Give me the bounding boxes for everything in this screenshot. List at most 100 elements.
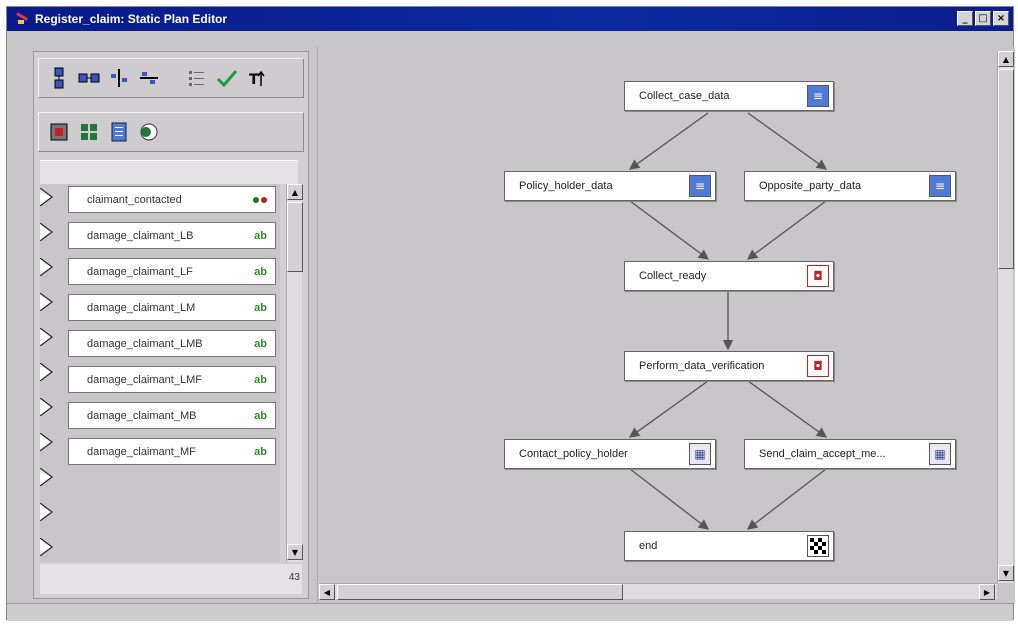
view-toolbar (38, 112, 304, 152)
form-icon: ≡ (807, 85, 829, 107)
node-end[interactable]: end (624, 531, 834, 561)
close-button[interactable]: × (993, 11, 1009, 26)
plan-canvas[interactable]: Collect_case_data ≡ Policy_holder_data ≡… (317, 47, 1015, 603)
scroll-thumb[interactable] (287, 202, 303, 272)
input-port-icon[interactable] (40, 188, 54, 206)
variable-icon[interactable] (47, 119, 71, 145)
canvas-horizontal-scrollbar[interactable]: ◀ ▶ (319, 583, 997, 600)
scroll-left-button[interactable]: ◀ (319, 584, 335, 600)
sort-up-icon[interactable]: T (245, 65, 269, 91)
grid-icon[interactable] (77, 119, 101, 145)
minimize-button[interactable]: _ (957, 11, 973, 26)
variable-label: damage_claimant_LMF (87, 373, 202, 386)
connection-layer (628, 112, 828, 530)
task-icon: ▦ (689, 443, 711, 465)
variable-row[interactable]: damage_claimant_LMF ab (68, 366, 276, 393)
form-icon: ≡ (689, 175, 711, 197)
input-port-icon[interactable] (40, 538, 54, 556)
static-plan-editor-window: Register_claim: Static Plan Editor _ □ × (6, 6, 1015, 621)
variable-row[interactable]: damage_claimant_LF ab (68, 258, 276, 285)
scroll-down-button[interactable]: ▼ (998, 565, 1014, 581)
vertical-layout-icon[interactable] (47, 65, 71, 91)
text-type-icon: ab (254, 301, 267, 314)
edge-verify-to-contact (628, 380, 709, 438)
variable-row[interactable]: damage_claimant_LMB ab (68, 330, 276, 357)
edge-send-to-end (746, 468, 827, 530)
window-title: Register_claim: Static Plan Editor (35, 12, 228, 26)
edge-collect-to-opposite (747, 112, 828, 170)
input-port-icon[interactable] (40, 398, 54, 416)
text-type-icon: ab (254, 337, 267, 350)
decision-icon: ◘ (807, 265, 829, 287)
node-send-claim-accept[interactable]: Send_claim_accept_me... ▦ (744, 439, 956, 469)
text-type-icon: ab (254, 265, 267, 278)
edge-policy-to-ready (629, 200, 710, 260)
node-policy-holder-data[interactable]: Policy_holder_data ≡ (504, 171, 716, 201)
node-label: Send_claim_accept_me... (759, 448, 886, 460)
check-icon[interactable] (215, 65, 239, 91)
canvas-vertical-scrollbar[interactable]: ▲ ▼ (997, 51, 1014, 583)
scroll-down-button[interactable]: ▼ (287, 544, 303, 560)
variable-row[interactable]: damage_claimant_LM ab (68, 294, 276, 321)
edge-verify-to-send (747, 380, 828, 438)
node-label: Collect_ready (639, 270, 707, 282)
edge-opposite-to-ready (746, 200, 827, 260)
variable-label: damage_claimant_MB (87, 409, 197, 422)
variable-count: 43 (288, 572, 300, 583)
text-type-icon: ab (254, 409, 267, 422)
variable-label: damage_claimant_LM (87, 301, 196, 314)
end-icon (807, 535, 829, 557)
title-bar[interactable]: Register_claim: Static Plan Editor _ □ × (7, 7, 1013, 31)
scroll-up-button[interactable]: ▲ (287, 184, 303, 200)
node-opposite-party-data[interactable]: Opposite_party_data ≡ (744, 171, 956, 201)
scroll-right-button[interactable]: ▶ (979, 584, 995, 600)
node-collect-ready[interactable]: Collect_ready ◘ (624, 261, 834, 291)
input-port-icon[interactable] (40, 293, 54, 311)
variable-row[interactable]: damage_claimant_MF ab (68, 438, 276, 465)
variable-label: damage_claimant_LMB (87, 337, 203, 350)
input-port-icon[interactable] (40, 223, 54, 241)
window-controls: _ □ × (957, 11, 1009, 26)
input-port-icon[interactable] (40, 468, 54, 486)
variable-row[interactable]: claimant_contacted (68, 186, 276, 213)
node-label: end (639, 540, 658, 552)
node-collect-case-data[interactable]: Collect_case_data ≡ (624, 81, 834, 111)
scroll-thumb[interactable] (998, 69, 1014, 269)
variable-label: claimant_contacted (87, 193, 182, 206)
input-port-icon[interactable] (40, 363, 54, 381)
scroll-thumb[interactable] (337, 584, 623, 600)
node-perform-data-verification[interactable]: Perform_data_verification ◘ (624, 351, 834, 381)
port-column (40, 184, 60, 562)
variable-row[interactable]: damage_claimant_LB ab (68, 222, 276, 249)
decision-icon: ◘ (807, 355, 829, 377)
input-port-icon[interactable] (40, 503, 54, 521)
node-label: Collect_case_data (639, 90, 730, 102)
align-vertical-icon[interactable] (107, 65, 131, 91)
variable-label: damage_claimant_MF (87, 445, 196, 458)
horizontal-layout-icon[interactable] (77, 65, 101, 91)
variable-label: damage_claimant_LB (87, 229, 194, 242)
input-port-icon[interactable] (40, 328, 54, 346)
svg-text:T: T (249, 72, 259, 88)
variables-pane: T claimant_contacted damage_claimant_LB ab… (33, 51, 309, 599)
variable-label: damage_claimant_LF (87, 265, 193, 278)
variable-row[interactable]: damage_claimant_MB ab (68, 402, 276, 429)
scroll-up-button[interactable]: ▲ (998, 51, 1014, 67)
input-port-icon[interactable] (40, 258, 54, 276)
form-icon[interactable] (107, 119, 131, 145)
status-dots-icon (253, 196, 267, 203)
input-port-icon[interactable] (40, 433, 54, 451)
edge-contact-to-end (629, 468, 710, 530)
node-label: Policy_holder_data (519, 180, 613, 192)
node-label: Contact_policy_holder (519, 448, 628, 460)
node-contact-policy-holder[interactable]: Contact_policy_holder ▦ (504, 439, 716, 469)
maximize-button[interactable]: □ (975, 11, 991, 26)
text-type-icon: ab (254, 373, 267, 386)
list-icon[interactable] (185, 65, 209, 91)
text-type-icon: ab (254, 229, 267, 242)
layout-toolbar: T (38, 58, 304, 98)
align-horizontal-icon[interactable] (137, 65, 161, 91)
toggle-icon[interactable] (137, 119, 161, 145)
variables-scrollbar[interactable]: ▲ ▼ (286, 184, 303, 562)
form-icon: ≡ (929, 175, 951, 197)
